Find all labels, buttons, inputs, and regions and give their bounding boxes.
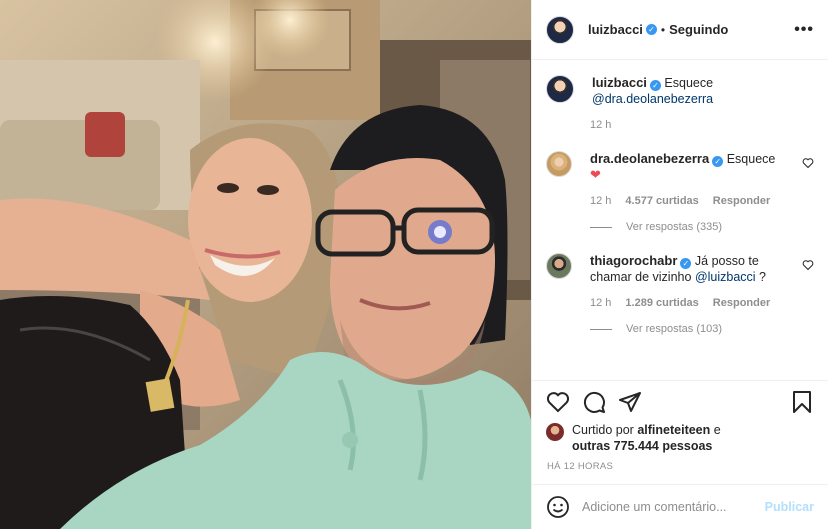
liker-username[interactable]: alfineteiteen — [637, 423, 710, 437]
likes-summary: Curtido por alfineteiteen e outras 775.4… — [546, 422, 816, 454]
replies-line — [590, 226, 612, 228]
likes-others[interactable]: outras 775.444 pessoas — [572, 439, 712, 453]
add-comment-bar: Publicar — [532, 484, 828, 529]
bookmark-icon[interactable] — [790, 390, 814, 414]
comment-time: 12 h — [590, 195, 612, 207]
comment-input[interactable] — [582, 500, 765, 514]
liker-avatar[interactable] — [546, 423, 564, 441]
comment-text: dra.deolanebezerra ✓ Esquece ❤ — [590, 151, 790, 183]
comment-body: Esquece — [726, 152, 776, 166]
comment-meta: 12 h 4.577 curtidas Responder — [590, 195, 814, 207]
comment-item: thiagorochabr ✓ Já posso te chamar de viz… — [546, 253, 814, 285]
view-replies[interactable]: Ver respostas (103) — [590, 323, 814, 335]
verified-badge-icon: ✓ — [649, 80, 661, 91]
caption: luizbacci ✓ Esquece @dra.deolanebezerra — [546, 75, 814, 107]
post-side-panel: luizbacci ✓ • Seguindo ••• luizbacci ✓ Es… — [531, 0, 828, 529]
post-actions-bar — [532, 380, 828, 422]
comment-text: thiagorochabr ✓ Já posso te chamar de viz… — [590, 253, 790, 285]
post-header: luizbacci ✓ • Seguindo ••• — [532, 0, 828, 60]
emoji-icon[interactable] — [546, 495, 570, 519]
caption-body: Esquece — [664, 76, 714, 90]
following-button[interactable]: Seguindo — [669, 22, 728, 37]
caption-meta: 12 h — [590, 119, 814, 131]
comment-suffix: ? — [755, 270, 767, 284]
comment-icon[interactable] — [582, 390, 606, 414]
red-heart-emoji: ❤ — [590, 167, 601, 182]
comment-username[interactable]: dra.deolanebezerra — [590, 151, 709, 166]
comment-mention-link[interactable]: @luizbacci — [695, 270, 756, 284]
comment-likes[interactable]: 4.577 curtidas — [625, 195, 698, 207]
header-user-info: luizbacci ✓ • Seguindo — [588, 22, 728, 37]
heart-icon[interactable] — [546, 390, 570, 414]
view-replies-label[interactable]: Ver respostas (335) — [626, 221, 722, 233]
post-timestamp[interactable]: HÁ 12 HORAS — [547, 461, 613, 472]
reply-button[interactable]: Responder — [713, 195, 770, 207]
comment-likes[interactable]: 1.289 curtidas — [625, 297, 698, 309]
avatar[interactable] — [546, 151, 572, 177]
likes-prefix: Curtido por — [572, 423, 634, 437]
avatar[interactable] — [546, 253, 572, 279]
avatar[interactable] — [546, 15, 574, 44]
like-comment-heart-icon[interactable] — [802, 259, 814, 271]
comment-item: dra.deolanebezerra ✓ Esquece ❤ — [546, 151, 814, 183]
caption-username[interactable]: luizbacci — [592, 75, 647, 90]
selfie-illustration — [0, 0, 531, 529]
separator-dot: • — [660, 22, 666, 37]
comment-username[interactable]: thiagorochabr — [590, 253, 677, 268]
share-icon[interactable] — [618, 390, 642, 414]
caption-text: luizbacci ✓ Esquece @dra.deolanebezerra — [592, 75, 792, 107]
publish-button[interactable]: Publicar — [765, 500, 814, 514]
like-comment-heart-icon[interactable] — [802, 157, 814, 169]
reply-button[interactable]: Responder — [713, 297, 770, 309]
comment-time: 12 h — [590, 297, 612, 309]
header-username[interactable]: luizbacci — [588, 22, 643, 37]
verified-badge-icon: ✓ — [645, 24, 657, 35]
likes-middle: e — [713, 423, 721, 437]
avatar[interactable] — [546, 75, 574, 103]
more-options-icon[interactable]: ••• — [794, 21, 814, 39]
comments-section[interactable]: luizbacci ✓ Esquece @dra.deolanebezerra 1… — [532, 61, 828, 379]
view-replies-label[interactable]: Ver respostas (103) — [626, 323, 722, 335]
comment-meta: 12 h 1.289 curtidas Responder — [590, 297, 814, 309]
caption-mention-link[interactable]: @dra.deolanebezerra — [592, 92, 713, 106]
post-photo[interactable] — [0, 0, 531, 529]
verified-badge-icon: ✓ — [712, 156, 724, 167]
replies-line — [590, 328, 612, 330]
likes-text: Curtido por alfineteiteen e outras 775.4… — [572, 422, 721, 454]
view-replies[interactable]: Ver respostas (335) — [590, 221, 814, 233]
instagram-post: luizbacci ✓ • Seguindo ••• luizbacci ✓ Es… — [0, 0, 828, 529]
caption-time: 12 h — [590, 119, 612, 131]
verified-badge-icon: ✓ — [680, 258, 692, 269]
